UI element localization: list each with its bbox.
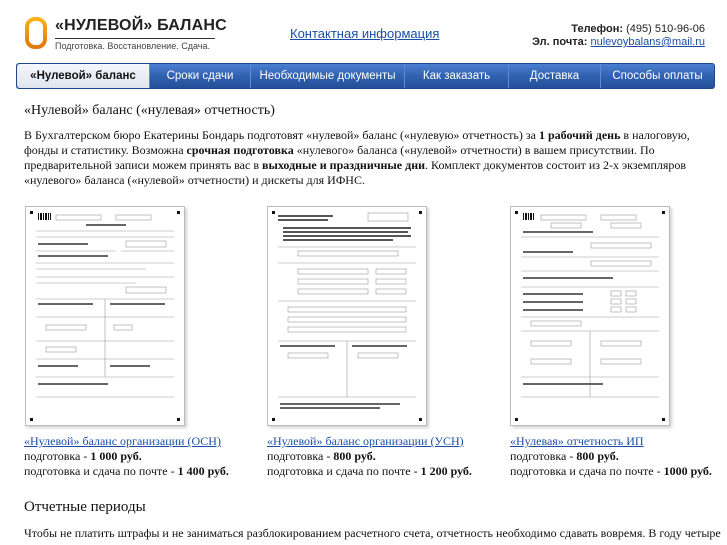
price-label: подготовка и сдача по почте -: [510, 464, 664, 478]
main-nav: «Нулевой» баланс Сроки сдачи Необходимые…: [16, 63, 715, 89]
price-line: подготовка и сдача по почте - 1 200 руб.: [267, 464, 477, 479]
site-logo[interactable]: «НУЛЕВОЙ» БАЛАНС Подготовка. Восстановле…: [25, 17, 227, 53]
nav-item-how-to-order[interactable]: Как заказать: [405, 64, 509, 88]
price-value: 1 000 руб.: [90, 449, 142, 463]
email-info: Эл. почта: nulevoybalans@mail.ru: [532, 36, 705, 48]
price-line: подготовка - 1 000 руб.: [24, 449, 234, 464]
intro-paragraph: В Бухгалтерском бюро Екатерины Бондарь п…: [24, 128, 704, 188]
logo-divider: [55, 38, 215, 39]
logo-title: «НУЛЕВОЙ» БАЛАНС: [55, 17, 227, 34]
price-label: подготовка и сдача по почте -: [24, 464, 178, 478]
price-label: подготовка и сдача по почте -: [267, 464, 421, 478]
form-document-image[interactable]: [510, 206, 670, 426]
price-line: подготовка и сдача по почте - 1000 руб.: [510, 464, 720, 479]
nav-item-payment[interactable]: Способы оплаты: [601, 64, 714, 88]
card-link[interactable]: «Нулевой» баланс организации (ОСН): [24, 434, 234, 449]
form-document-image[interactable]: [25, 206, 185, 426]
nav-item-delivery[interactable]: Доставка: [509, 64, 601, 88]
logo-zero-icon: [25, 17, 47, 49]
email-link[interactable]: nulevoybalans@mail.ru: [590, 36, 705, 48]
card-link[interactable]: «Нулевая» отчетность ИП: [510, 434, 720, 449]
product-card: «Нулевая» отчетность ИП подготовка - 800…: [510, 206, 720, 479]
form-document-image[interactable]: [267, 206, 427, 426]
email-label: Эл. почта:: [532, 36, 588, 48]
phone-info: Телефон: (495) 510-96-06: [571, 23, 705, 35]
card-link[interactable]: «Нулевой» баланс организации (УСН): [267, 434, 477, 449]
price-line: подготовка - 800 руб.: [267, 449, 477, 464]
contacts-link[interactable]: Контактная информация: [290, 26, 439, 41]
intro-highlight: 1 рабочий день: [538, 128, 621, 142]
price-value: 800 руб.: [576, 449, 619, 463]
nav-item-deadlines[interactable]: Сроки сдачи: [150, 64, 251, 88]
price-value: 1 200 руб.: [420, 464, 472, 478]
price-value: 800 руб.: [333, 449, 376, 463]
price-value: 1000 руб.: [663, 464, 712, 478]
nav-item-zero-balance[interactable]: «Нулевой» баланс: [17, 64, 150, 88]
price-label: подготовка -: [24, 449, 91, 463]
section-title: Отчетные периоды: [24, 499, 146, 515]
phone-label: Телефон:: [571, 23, 624, 35]
intro-highlight: выходные и праздничные дни: [262, 158, 426, 172]
intro-text: В Бухгалтерском бюро Екатерины Бондарь п…: [24, 128, 539, 142]
price-label: подготовка -: [267, 449, 334, 463]
price-line: подготовка и сдача по почте - 1 400 руб.: [24, 464, 234, 479]
nav-item-documents[interactable]: Необходимые документы: [251, 64, 405, 88]
price-value: 1 400 руб.: [177, 464, 229, 478]
price-line: подготовка - 800 руб.: [510, 449, 720, 464]
page-title: «Нулевой» баланс («нулевая» отчетность): [24, 103, 275, 118]
phone-value: (495) 510-96-06: [626, 23, 705, 35]
intro-highlight: срочная подготовка: [186, 143, 294, 157]
section-paragraph: Чтобы не платить штрафы и не заниматься …: [24, 526, 721, 540]
product-card: «Нулевой» баланс организации (ОСН) подго…: [24, 206, 234, 479]
product-card: «Нулевой» баланс организации (УСН) подго…: [267, 206, 477, 479]
logo-subtitle: Подготовка. Восстановление. Сдача.: [55, 41, 210, 51]
price-label: подготовка -: [510, 449, 577, 463]
